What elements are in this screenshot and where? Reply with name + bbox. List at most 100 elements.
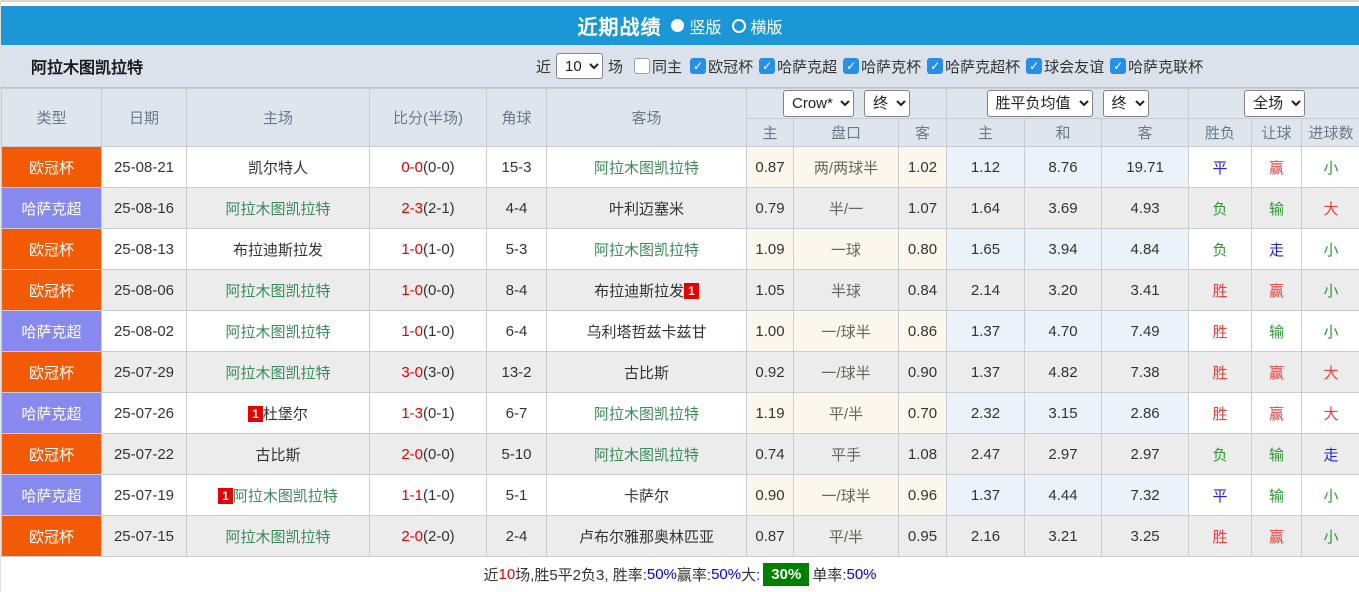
- score-cell: 0-0(0-0): [369, 146, 487, 188]
- away-team-cell: 叶利迈塞米: [546, 187, 747, 229]
- fulltime-score: 1-3: [401, 404, 423, 422]
- league-filter-label: 哈萨克超: [777, 58, 838, 76]
- home-team-name[interactable]: 阿拉木图凯拉特: [225, 324, 330, 341]
- scope-select[interactable]: 全场: [1244, 90, 1306, 117]
- league-filter[interactable]: ✓ 球会友谊: [1020, 56, 1104, 77]
- avg-select-group: 胜平负均值 终: [946, 88, 1190, 119]
- result-cell: 胜: [1188, 515, 1253, 557]
- summary-line: 近 10 场,胜5平2负3, 胜率: 50% 赢率: 50% 大: 30% 单率: 50%: [1, 557, 1359, 592]
- goals-result-cell: 小: [1301, 228, 1359, 270]
- away-team-name[interactable]: 卡萨尔: [624, 488, 669, 505]
- avg-odds-cell: 2.14: [946, 269, 1026, 311]
- result-cell: 胜: [1188, 269, 1253, 311]
- col-header-home: 主场: [186, 88, 370, 147]
- same-home-checkbox[interactable]: [634, 58, 651, 74]
- home-team-name[interactable]: 阿拉木图凯拉特: [225, 365, 330, 382]
- away-team-name[interactable]: 阿拉木图凯拉特: [594, 447, 699, 464]
- away-team-name[interactable]: 乌利塔哲兹卡兹甘: [586, 324, 706, 341]
- sub-header-avg-away: 客: [1101, 118, 1190, 147]
- col-header-away: 客场: [546, 88, 747, 147]
- handicap-cell: 一/球半: [793, 351, 899, 393]
- odds-cell: 1.00: [746, 310, 794, 352]
- summary-segment: 50%: [646, 566, 677, 583]
- checkbox-checked-icon[interactable]: ✓: [690, 58, 707, 74]
- home-team-cell: 阿拉木图凯拉特: [186, 351, 370, 393]
- home-team-cell: 1 杜堡尔: [186, 392, 370, 434]
- home-team-cell: 布拉迪斯拉发: [186, 228, 370, 270]
- odds-cell: 1.07: [897, 187, 948, 229]
- away-team-name[interactable]: 布拉迪斯拉发: [594, 283, 684, 300]
- match-row: 哈萨克超 25-08-16 阿拉木图凯拉特 2-3(2-1) 4-4 叶利迈塞米 0.79 半…: [1, 187, 1359, 229]
- handicap-cell: 一/球半: [793, 310, 899, 352]
- checkbox-checked-icon[interactable]: ✓: [1110, 58, 1127, 74]
- home-team-name[interactable]: 杜堡尔: [263, 406, 308, 423]
- checkbox-checked-icon[interactable]: ✓: [759, 58, 776, 74]
- score-cell: 1-0(1-0): [369, 310, 487, 352]
- radio-unselected-icon[interactable]: [731, 18, 746, 33]
- home-team-name[interactable]: 古比斯: [255, 447, 300, 464]
- away-team-name[interactable]: 阿拉木图凯拉特: [594, 242, 699, 259]
- league-filter[interactable]: ✓ 哈萨克杯: [837, 56, 921, 77]
- home-team-name[interactable]: 阿拉木图凯拉特: [225, 283, 330, 300]
- rank-badge: 1: [684, 282, 699, 299]
- layout-option-horizontal[interactable]: 横版: [731, 14, 783, 38]
- odds-time-select-1[interactable]: 终: [864, 90, 911, 117]
- avg-type-select[interactable]: 胜平负均值: [986, 90, 1093, 117]
- same-home-filter[interactable]: 同主: [628, 56, 682, 77]
- away-team-name[interactable]: 卢布尔雅那奥林匹亚: [579, 529, 714, 546]
- corners-cell: 5-10: [486, 433, 547, 475]
- away-team-name[interactable]: 阿拉木图凯拉特: [594, 406, 699, 423]
- odds-time-select-2[interactable]: 终: [1102, 90, 1149, 117]
- results-table: 类型 日期 主场 比分(半场) 角球 客场 Crow* 终 胜平负均值 终 全场…: [1, 88, 1359, 557]
- halftime-score: (1-0): [423, 486, 455, 504]
- goals-result-cell: 小: [1301, 515, 1359, 557]
- date-cell: 25-08-21: [101, 146, 187, 188]
- halftime-score: (2-1): [423, 199, 455, 217]
- handicap-cell: 平手: [793, 433, 899, 475]
- summary-segment: 单率:: [812, 567, 847, 584]
- home-team-name[interactable]: 布拉迪斯拉发: [233, 242, 323, 259]
- handicap-result-cell: 输: [1251, 187, 1303, 229]
- league-filter[interactable]: ✓ 欧冠杯: [684, 56, 753, 77]
- home-team-name[interactable]: 阿拉木图凯拉特: [225, 529, 330, 546]
- away-team-name[interactable]: 古比斯: [624, 365, 669, 382]
- checkbox-checked-icon[interactable]: ✓: [1026, 58, 1043, 74]
- league-filter[interactable]: ✓ 哈萨克联杯: [1104, 56, 1203, 77]
- league-filter[interactable]: ✓ 哈萨克超: [753, 56, 837, 77]
- checkbox-checked-icon[interactable]: ✓: [927, 58, 944, 74]
- odds-cell: 0.80: [897, 228, 948, 270]
- halftime-score: (0-1): [423, 404, 455, 422]
- odds-source-select[interactable]: Crow*: [783, 90, 855, 117]
- odds-select-group: Crow* 终: [745, 88, 948, 119]
- avg-odds-cell: 3.69: [1024, 187, 1103, 229]
- league-filter[interactable]: ✓ 哈萨克超杯: [921, 56, 1020, 77]
- avg-odds-cell: 3.15: [1024, 392, 1103, 434]
- halftime-score: (2-0): [423, 527, 455, 545]
- radio-selected-icon[interactable]: [671, 19, 685, 32]
- home-team-name[interactable]: 阿拉木图凯拉特: [233, 488, 338, 505]
- layout-option-vertical[interactable]: 竖版: [671, 14, 722, 38]
- result-cell: 负: [1188, 228, 1253, 270]
- match-row: 欧冠杯 25-08-21 凯尔特人 0-0(0-0) 15-3 阿拉木图凯拉特 0.87 两/…: [1, 146, 1359, 188]
- title-bar: 近期战绩 竖版 横版: [1, 6, 1359, 45]
- checkbox-checked-icon[interactable]: ✓: [843, 58, 860, 74]
- layout-horizontal-label[interactable]: 横版: [751, 14, 783, 38]
- handicap-cell: 半/一: [793, 187, 899, 229]
- same-home-label: 同主: [652, 58, 683, 76]
- match-row: 欧冠杯 25-07-29 阿拉木图凯拉特 3-0(3-0) 13-2 古比斯 0.92 一/球…: [1, 351, 1359, 393]
- away-team-name[interactable]: 阿拉木图凯拉特: [594, 160, 699, 177]
- layout-vertical-label[interactable]: 竖版: [689, 14, 721, 38]
- away-team-name[interactable]: 叶利迈塞米: [609, 201, 684, 218]
- league-cell: 欧冠杯: [1, 351, 102, 393]
- fulltime-score: 3-0: [401, 363, 423, 381]
- goals-result-cell: 大: [1301, 187, 1359, 229]
- sub-header-handicap-result: 让球: [1251, 118, 1303, 147]
- home-team-name[interactable]: 凯尔特人: [248, 160, 308, 177]
- recent-count-select[interactable]: 10: [556, 53, 604, 79]
- corners-cell: 4-4: [486, 187, 547, 229]
- home-team-name[interactable]: 阿拉木图凯拉特: [225, 201, 330, 218]
- avg-odds-cell: 7.38: [1101, 351, 1190, 393]
- fulltime-score: 2-3: [401, 199, 423, 217]
- avg-odds-cell: 4.82: [1024, 351, 1103, 393]
- goals-result-cell: 大: [1301, 351, 1359, 393]
